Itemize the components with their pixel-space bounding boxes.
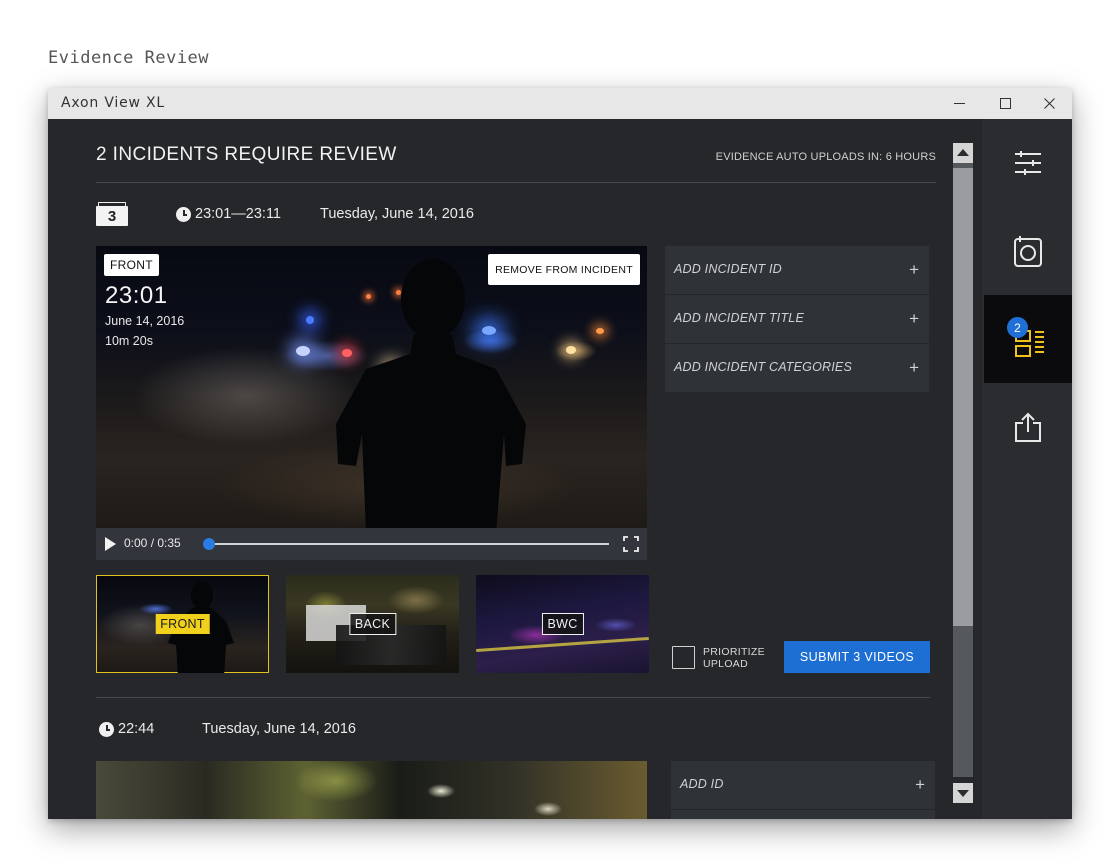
add-incident-id-field[interactable]: ADD INCIDENT ID +: [665, 246, 929, 295]
scroll-thumb[interactable]: [953, 168, 973, 626]
fullscreen-icon[interactable]: [623, 536, 639, 552]
plus-icon[interactable]: +: [909, 358, 919, 378]
overlay-date: June 14, 2016: [105, 314, 185, 328]
playback-time: 0:00 / 0:35: [124, 536, 181, 550]
video-count-badge: 3: [96, 202, 128, 226]
review-content: 2 INCIDENTS REQUIRE REVIEW EVIDENCE AUTO…: [48, 119, 982, 819]
incident2-date: Tuesday, June 14, 2016: [202, 721, 356, 737]
prioritize-upload-label: PRIORITIZE UPLOAD: [703, 646, 765, 670]
plus-icon[interactable]: +: [909, 309, 919, 329]
sidebar-item-camera[interactable]: [984, 207, 1072, 295]
prioritize-upload-checkbox[interactable]: [672, 646, 695, 669]
maximize-button[interactable]: [982, 88, 1028, 119]
auto-upload-note: EVIDENCE AUTO UPLOADS IN: 6 HOURS: [715, 151, 936, 163]
person-silhouette: [336, 259, 526, 534]
sidebar-item-incidents[interactable]: 2: [984, 295, 1072, 383]
sidebar-item-settings[interactable]: [984, 119, 1072, 207]
prioritize-label-line1: PRIORITIZE: [703, 646, 765, 658]
page-title: 2 INCIDENTS REQUIRE REVIEW: [96, 144, 397, 165]
video-frame: [96, 246, 647, 534]
video-player[interactable]: FRONT REMOVE FROM INCIDENT 23:01 June 14…: [96, 246, 647, 560]
clock-icon: [176, 207, 191, 222]
header-divider: [96, 182, 936, 183]
thumbnail-label: FRONT: [155, 614, 210, 634]
title-bar: Axon View XL: [48, 88, 1072, 119]
page-heading: Evidence Review: [48, 48, 210, 68]
incident-fields-panel: ADD INCIDENT ID + ADD INCIDENT TITLE + A…: [665, 246, 929, 392]
scroll-down-arrow-icon[interactable]: [953, 783, 973, 803]
thumbnail-bwc[interactable]: BWC: [476, 575, 649, 673]
close-icon: [1043, 98, 1055, 109]
camera-label: FRONT: [104, 254, 159, 276]
field-label: ADD ID: [680, 777, 724, 791]
field-label: ADD INCIDENT CATEGORIES: [674, 360, 852, 374]
overlay-time: 23:01: [105, 282, 168, 309]
clock-icon: [99, 722, 114, 737]
thumbnail-label: BWC: [541, 613, 584, 635]
incident-time-range: 23:01—23:11: [195, 206, 281, 222]
progress-track[interactable]: [209, 543, 609, 545]
field-label: ADD INCIDENT ID: [674, 262, 782, 276]
incident-divider: [96, 697, 930, 698]
prioritize-label-line2: UPLOAD: [703, 658, 748, 670]
play-icon[interactable]: [105, 537, 116, 551]
submit-videos-button[interactable]: SUBMIT 3 VIDEOS: [784, 641, 930, 673]
progress-handle[interactable]: [203, 538, 215, 550]
thumbnail-label: BACK: [348, 613, 397, 635]
video-player-2[interactable]: [96, 761, 647, 819]
plus-icon[interactable]: +: [909, 260, 919, 280]
add-incident-categories-field[interactable]: ADD INCIDENT CATEGORIES +: [665, 344, 929, 393]
minimize-button[interactable]: [936, 88, 982, 119]
scroll-up-arrow-icon[interactable]: [953, 143, 973, 163]
plus-icon[interactable]: +: [915, 775, 925, 795]
minimize-icon: [953, 103, 965, 104]
incident-count-badge: 2: [1007, 317, 1028, 338]
incident2-fields-panel: ADD ID +: [671, 761, 935, 819]
thumbnail-front[interactable]: FRONT: [96, 575, 269, 673]
vertical-scrollbar[interactable]: [948, 139, 977, 809]
sidebar-item-share[interactable]: [984, 383, 1072, 471]
sliders-icon: [1015, 151, 1041, 175]
incident-date: Tuesday, June 14, 2016: [320, 206, 474, 222]
close-button[interactable]: [1026, 88, 1072, 119]
incident2-time: 22:44: [118, 721, 155, 737]
camera-icon: [1014, 236, 1042, 267]
thumbnail-back[interactable]: BACK: [286, 575, 459, 673]
share-upload-icon: [1015, 412, 1041, 442]
window-title: Axon View XL: [61, 95, 165, 111]
add-incident-title-field[interactable]: ADD INCIDENT TITLE +: [665, 295, 929, 344]
right-sidebar: 2: [982, 119, 1072, 819]
maximize-icon: [999, 98, 1011, 109]
app-window: Axon View XL 2 INCIDENTS REQUIRE REVIEW …: [48, 88, 1072, 819]
video-count: 3: [96, 206, 128, 226]
player-controls: 0:00 / 0:35: [96, 528, 647, 560]
remove-from-incident-button[interactable]: REMOVE FROM INCIDENT: [488, 254, 640, 285]
add-id-field[interactable]: ADD ID +: [671, 761, 935, 810]
field-label: ADD INCIDENT TITLE: [674, 311, 804, 325]
overlay-duration: 10m 20s: [105, 334, 153, 348]
